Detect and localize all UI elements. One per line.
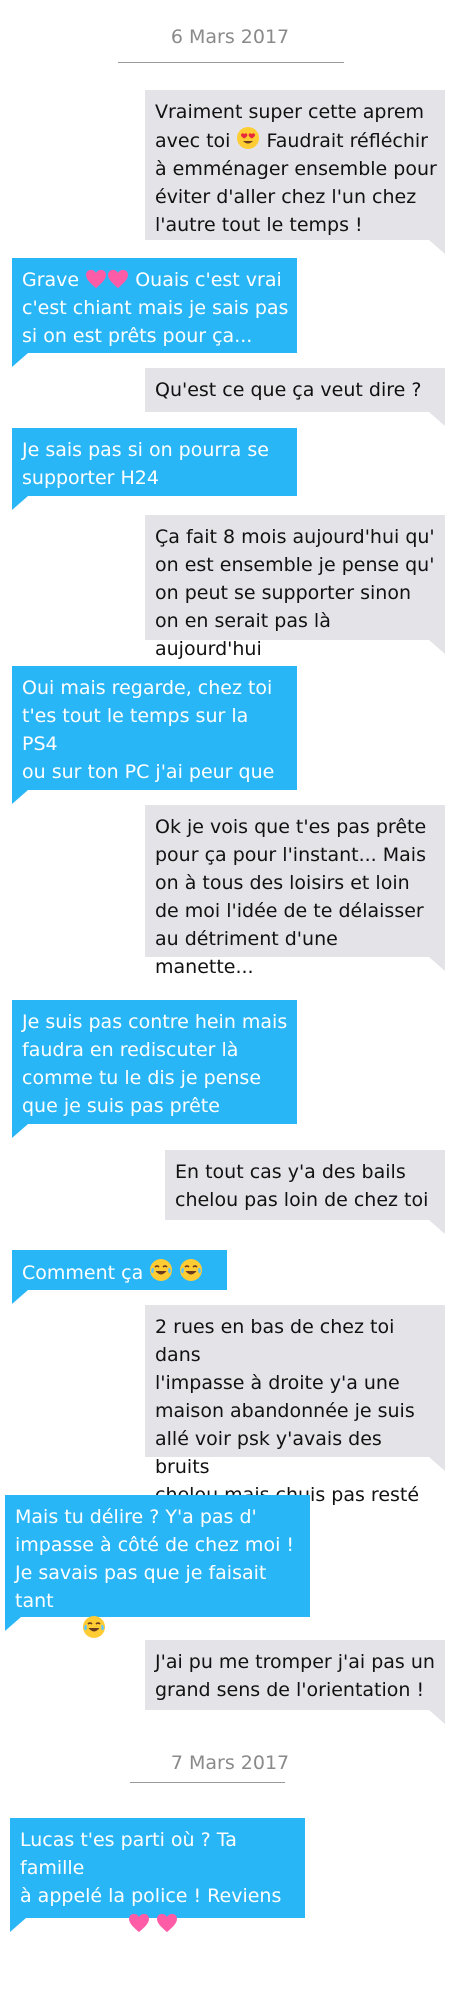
message-text: Grave Ouais c'est vrai c'est chiant mais …	[22, 269, 289, 347]
tears-of-joy-emoji-icon	[150, 1259, 173, 1281]
bubble-tail	[12, 790, 28, 804]
message-text: Qu'est ce que ça veut dire ?	[155, 379, 422, 401]
bubble-tail	[429, 957, 445, 971]
date-separator: 6 Mars 2017	[170, 26, 290, 48]
message-text: Comment ça	[22, 1259, 203, 1284]
date-divider	[118, 62, 344, 63]
message-bubble-sent[interactable]: Ça fait 8 mois aujourd'hui qu' on est ens…	[145, 515, 445, 660]
bubble-tail	[429, 1220, 445, 1234]
pink-heart-icon	[156, 1913, 177, 1933]
message-text: Je sais pas si on pourra se supporter H24	[22, 439, 269, 489]
bubble-tail	[429, 1710, 445, 1724]
message-bubble-received[interactable]: Grave Ouais c'est vrai c'est chiant mais …	[12, 258, 297, 353]
bubble-tail	[429, 1457, 445, 1471]
bubble-tail	[5, 1617, 21, 1631]
message-bubble-sent[interactable]: En tout cas y'a des bails chelou pas loin…	[165, 1150, 445, 1220]
message-text: Mais tu délire ? Y'a pas d' impasse à côt…	[15, 1506, 294, 1641]
message-bubble-received[interactable]: Je sais pas si on pourra se supporter H24	[12, 428, 297, 496]
pink-heart-icon	[128, 1913, 149, 1933]
heart-eyes-emoji-icon	[237, 127, 260, 149]
message-bubble-received[interactable]: Lucas t'es parti où ? Ta famille à appelé…	[10, 1818, 305, 1935]
message-text: J'ai pu me tromper j'ai pas un grand sens…	[155, 1651, 435, 1701]
message-bubble-received[interactable]: Oui mais regarde, chez toi t'es tout le t…	[12, 666, 297, 811]
message-bubble-received[interactable]: Mais tu délire ? Y'a pas d' impasse à côt…	[5, 1495, 310, 1641]
message-text: Ça fait 8 mois aujourd'hui qu' on est ens…	[155, 526, 435, 660]
date-divider	[130, 1782, 285, 1783]
bubble-tail	[10, 1918, 26, 1932]
pink-heart-icon	[108, 269, 129, 289]
message-text: Lucas t'es parti où ? Ta famille à appelé…	[20, 1829, 282, 1935]
message-text: 2 rues en bas de chez toi dans l'impasse …	[155, 1316, 420, 1506]
message-bubble-sent[interactable]: Qu'est ce que ça veut dire ?	[145, 368, 445, 412]
bubble-tail	[12, 1124, 28, 1138]
tears-of-joy-emoji-icon	[180, 1259, 203, 1281]
message-text: Oui mais regarde, chez toi t'es tout le t…	[22, 677, 275, 811]
message-bubble-sent[interactable]: Vraiment super cette aprem avec toi Faudr…	[145, 90, 445, 240]
date-separator: 7 Mars 2017	[170, 1752, 290, 1774]
message-bubble-sent[interactable]: 2 rues en bas de chez toi dans l'impasse …	[145, 1305, 445, 1506]
message-bubble-received[interactable]: Comment ça	[12, 1250, 227, 1290]
message-text: Vraiment super cette aprem avec toi Faudr…	[155, 101, 437, 236]
message-bubble-received[interactable]: Je suis pas contre hein mais faudra en re…	[12, 1000, 297, 1124]
bubble-tail	[12, 353, 28, 367]
tears-of-joy-emoji-icon	[83, 1616, 106, 1638]
message-text: Je suis pas contre hein mais faudra en re…	[22, 1011, 288, 1117]
message-text: Ok je vois que t'es pas prête pour ça pou…	[155, 816, 427, 978]
pink-heart-icon	[86, 269, 107, 289]
message-bubble-sent[interactable]: Ok je vois que t'es pas prête pour ça pou…	[145, 805, 445, 978]
bubble-tail	[429, 640, 445, 654]
bubble-tail	[429, 240, 445, 254]
bubble-tail	[429, 412, 445, 426]
bubble-tail	[12, 1290, 28, 1304]
message-bubble-sent[interactable]: J'ai pu me tromper j'ai pas un grand sens…	[145, 1640, 445, 1710]
bubble-tail	[12, 496, 28, 510]
message-text: En tout cas y'a des bails chelou pas loin…	[175, 1161, 429, 1211]
